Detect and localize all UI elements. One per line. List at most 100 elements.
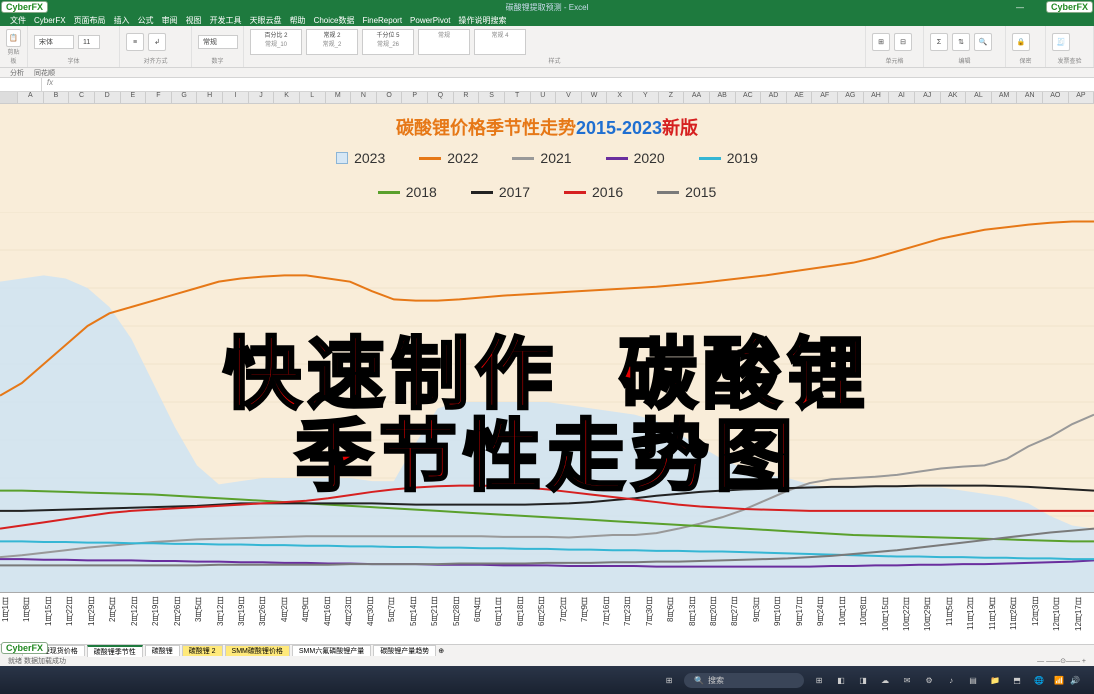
menu-item[interactable]: 审阅 <box>162 15 178 26</box>
menu-item[interactable]: 视图 <box>186 15 202 26</box>
column-header[interactable]: AO <box>1043 92 1069 104</box>
insert-button[interactable]: ⊞ <box>872 33 890 51</box>
taskbar-app-icon[interactable]: ◧ <box>832 671 850 689</box>
wrap-button[interactable]: ↲ <box>148 33 166 51</box>
menu-item[interactable]: 开发工具 <box>210 15 242 26</box>
paste-button[interactable]: 📋 <box>6 29 21 47</box>
column-header[interactable]: AE <box>787 92 813 104</box>
taskbar-search[interactable]: 🔍搜索 <box>684 673 804 688</box>
column-header[interactable]: S <box>479 92 505 104</box>
column-header[interactable]: D <box>95 92 121 104</box>
legend-item[interactable]: 2020 <box>606 150 665 166</box>
menu-item[interactable]: 帮助 <box>290 15 306 26</box>
menu-item[interactable]: 公式 <box>138 15 154 26</box>
taskbar-app-icon[interactable]: ♪ <box>942 671 960 689</box>
taskbar-app-icon[interactable]: ✉ <box>898 671 916 689</box>
column-header[interactable]: U <box>531 92 557 104</box>
style-cell[interactable]: 常规 <box>418 29 470 55</box>
select-all-corner[interactable] <box>0 92 18 104</box>
column-header[interactable]: R <box>454 92 480 104</box>
column-header[interactable]: AG <box>838 92 864 104</box>
legend-item[interactable]: 2023 <box>336 150 385 166</box>
column-header[interactable]: C <box>69 92 95 104</box>
column-header[interactable]: AI <box>889 92 915 104</box>
menu-item[interactable]: 操作说明搜索 <box>459 15 507 26</box>
column-header[interactable]: H <box>197 92 223 104</box>
column-header[interactable]: AP <box>1069 92 1094 104</box>
sort-button[interactable]: ⇅ <box>952 33 970 51</box>
column-header[interactable]: A <box>18 92 44 104</box>
legend-item[interactable]: 2018 <box>378 184 437 200</box>
style-cell[interactable]: 常规 2常规_2 <box>306 29 358 55</box>
column-header[interactable]: AM <box>992 92 1018 104</box>
style-cell[interactable]: 千分位 5常规_26 <box>362 29 414 55</box>
menu-item[interactable]: 天眼云盘 <box>250 15 282 26</box>
taskbar-app-icon[interactable]: ☁ <box>876 671 894 689</box>
taskbar-app-icon[interactable]: ⊞ <box>810 671 828 689</box>
legend-item[interactable]: 2019 <box>699 150 758 166</box>
column-header[interactable]: P <box>402 92 428 104</box>
minimize-button[interactable]: — <box>1006 3 1034 12</box>
add-sheet-button[interactable]: ⊕ <box>438 647 444 655</box>
column-header[interactable]: F <box>146 92 172 104</box>
menu-item[interactable]: 页面布局 <box>74 15 106 26</box>
column-header[interactable]: K <box>274 92 300 104</box>
column-header[interactable]: T <box>505 92 531 104</box>
zoom-controls[interactable]: — ——⊙—— + <box>1037 657 1086 665</box>
column-header[interactable]: W <box>582 92 608 104</box>
column-header[interactable]: Y <box>633 92 659 104</box>
tray-wifi-icon[interactable]: 📶 <box>1054 676 1064 685</box>
legend-item[interactable]: 2022 <box>419 150 478 166</box>
delete-button[interactable]: ⊟ <box>894 33 912 51</box>
taskbar-app-icon[interactable]: 📁 <box>986 671 1004 689</box>
column-header[interactable]: J <box>249 92 275 104</box>
menu-item[interactable]: PowerPivot <box>410 16 450 25</box>
sheet-tab[interactable]: SMM碳酸锂价格 <box>225 645 290 656</box>
taskbar-app-icon[interactable]: ⚙ <box>920 671 938 689</box>
tray-sound-icon[interactable]: 🔊 <box>1070 676 1080 685</box>
legend-item[interactable]: 2017 <box>471 184 530 200</box>
column-header[interactable]: V <box>556 92 582 104</box>
column-header[interactable]: G <box>172 92 198 104</box>
font-dropdown[interactable]: 宋体 <box>34 35 74 49</box>
style-cell[interactable]: 百分比 2常规_10 <box>250 29 302 55</box>
column-header[interactable]: AF <box>812 92 838 104</box>
column-header[interactable]: AB <box>710 92 736 104</box>
subtab[interactable]: 分析 <box>10 68 24 78</box>
menu-item[interactable]: Choice数据 <box>314 15 355 26</box>
fontsize-dropdown[interactable]: 11 <box>78 35 100 49</box>
sheet-tab[interactable]: 碳酸锂 <box>145 645 180 656</box>
sheet-tab[interactable]: SMM六氟磷酸锂产量 <box>292 645 371 656</box>
formula-input[interactable] <box>58 78 1094 91</box>
column-header[interactable]: Q <box>428 92 454 104</box>
sheet-tab[interactable]: 碳酸锂季节性 <box>87 645 143 657</box>
style-cell[interactable]: 常规 4 <box>474 29 526 55</box>
column-header[interactable]: AD <box>761 92 787 104</box>
sheet-tab[interactable]: 碳酸锂 2 <box>182 645 223 656</box>
menu-item[interactable]: 插入 <box>114 15 130 26</box>
column-header[interactable]: O <box>377 92 403 104</box>
invoice-button[interactable]: 🧾 <box>1052 33 1070 51</box>
numfmt-dropdown[interactable]: 常规 <box>198 35 238 49</box>
sheet-tab[interactable]: 碳酸锂产量趋势 <box>373 645 436 656</box>
taskbar-app-icon[interactable]: 🌐 <box>1030 671 1048 689</box>
column-header[interactable]: AC <box>736 92 762 104</box>
fx-icon[interactable]: fx <box>42 78 58 91</box>
taskbar-app-icon[interactable]: ◨ <box>854 671 872 689</box>
style-gallery[interactable]: 百分比 2常规_10常规 2常规_2千分位 5常规_26常规常规 4 <box>250 28 859 56</box>
taskbar-app-icon[interactable]: ▤ <box>964 671 982 689</box>
secrecy-button[interactable]: 🔒 <box>1012 33 1030 51</box>
column-header[interactable]: E <box>121 92 147 104</box>
column-header[interactable]: I <box>223 92 249 104</box>
menu-item[interactable]: 文件 <box>10 15 26 26</box>
namebox[interactable] <box>0 78 42 91</box>
column-header[interactable]: AN <box>1017 92 1043 104</box>
autosum-button[interactable]: Σ <box>930 33 948 51</box>
column-header[interactable]: B <box>44 92 70 104</box>
column-header[interactable]: L <box>300 92 326 104</box>
column-header[interactable]: AK <box>941 92 967 104</box>
column-header[interactable]: AL <box>966 92 992 104</box>
taskbar-app-icon[interactable]: ⬒ <box>1008 671 1026 689</box>
start-button[interactable]: ⊞ <box>660 671 678 689</box>
column-header[interactable]: X <box>607 92 633 104</box>
